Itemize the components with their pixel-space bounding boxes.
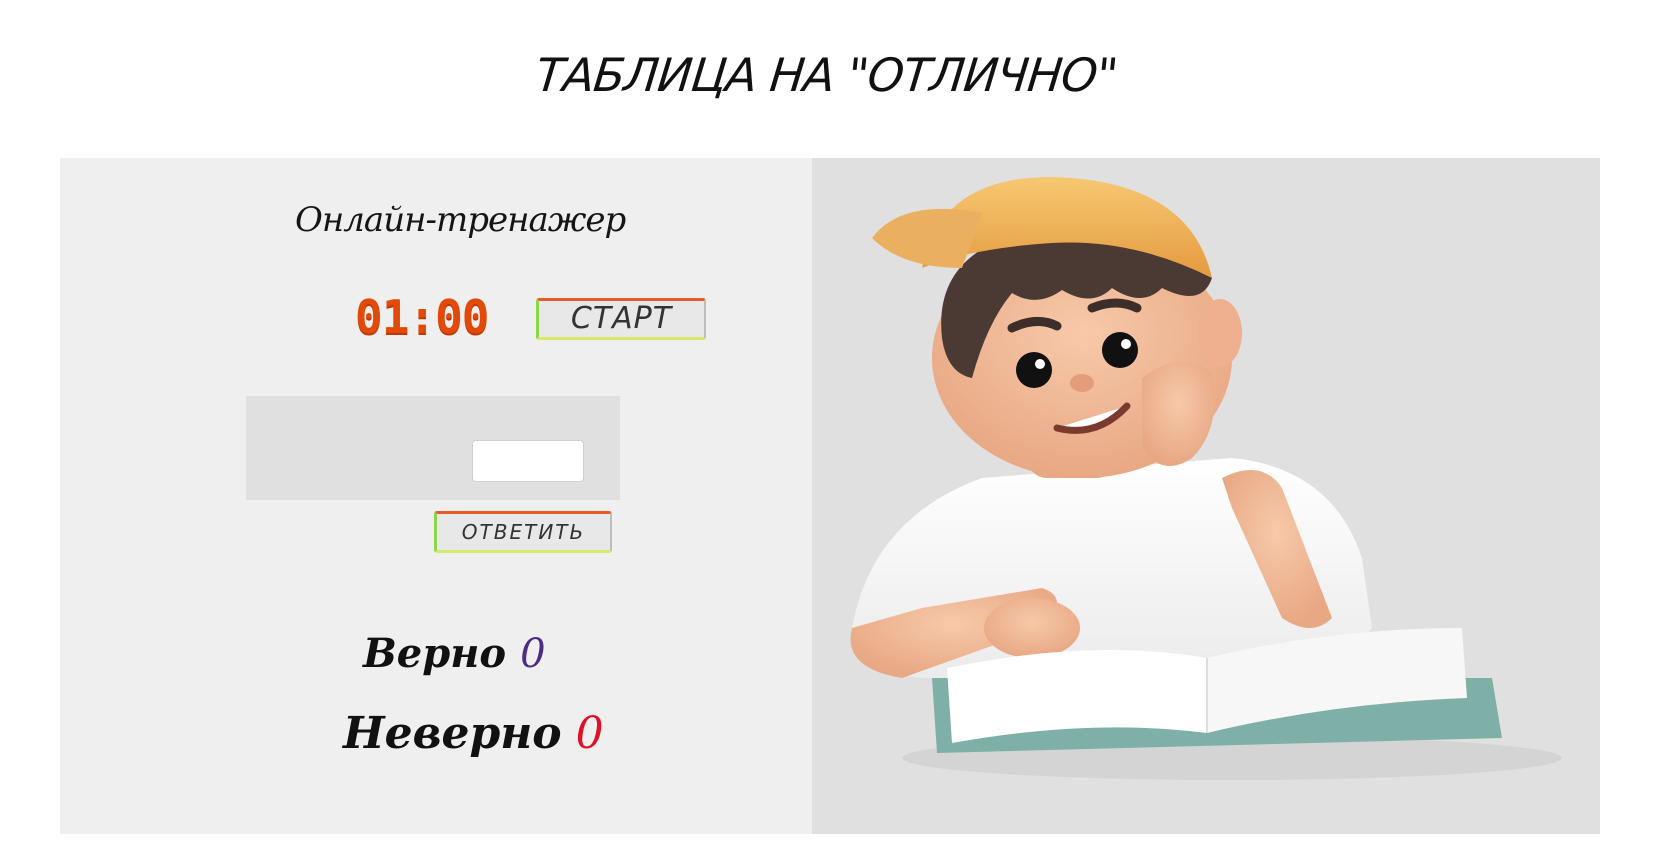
question-box: [246, 396, 620, 500]
answer-button[interactable]: ОТВЕТИТЬ: [434, 511, 612, 553]
illustration-panel: [812, 158, 1600, 834]
correct-label: Верно: [363, 630, 507, 677]
wrong-label: Неверно: [343, 708, 562, 759]
answer-input[interactable]: [472, 440, 584, 482]
correct-stat: Верно 0: [363, 630, 546, 677]
trainer-panel: Онлайн-тренажер 01:00 СТАРТ ОТВЕТИТЬ Вер…: [60, 158, 812, 834]
start-button[interactable]: СТАРТ: [536, 298, 706, 340]
wrong-count: 0: [575, 708, 604, 759]
trainer-card: Онлайн-тренажер 01:00 СТАРТ ОТВЕТИТЬ Вер…: [60, 158, 1600, 834]
boy-reading-book-illustration: [850, 177, 1562, 780]
wrong-stat: Неверно 0: [343, 708, 604, 759]
trainer-subtitle: Онлайн-тренажер: [295, 200, 626, 240]
correct-count: 0: [520, 631, 546, 677]
page-title: ТАБЛИЦА НА "ОТЛИЧНО": [533, 48, 1120, 102]
countdown-timer: 01:00: [355, 290, 489, 344]
